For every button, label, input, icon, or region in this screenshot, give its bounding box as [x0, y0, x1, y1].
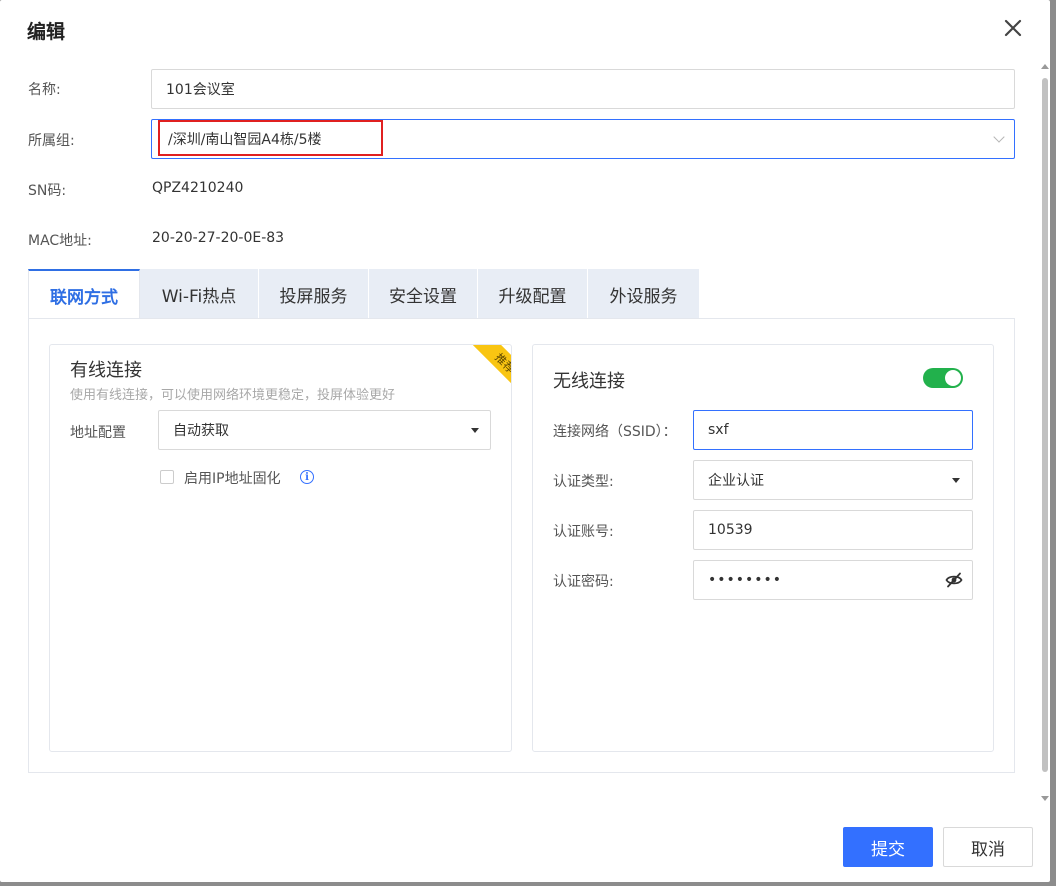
name-label: 名称:	[28, 82, 61, 98]
mac-value: 20-20-27-20-0E-83	[152, 230, 285, 246]
password-input[interactable]: ••••••••	[693, 560, 973, 600]
account-input[interactable]: 10539	[693, 510, 973, 550]
wireless-connection-card: 无线连接 连接网络（SSID）： sxf 认证类型: 企业认证 认证账号: 10…	[532, 344, 994, 752]
sn-value: QPZ4210240	[152, 180, 244, 196]
address-config-select[interactable]: 自动获取	[158, 410, 491, 450]
dialog-scrollbar[interactable]	[1039, 60, 1051, 805]
scroll-up-arrow-icon[interactable]	[1041, 64, 1049, 69]
recommended-badge: 推荐	[459, 345, 511, 409]
wired-connection-card: 有线连接 使用有线连接，可以使用网络环境更稳定，投屏体验更好 推荐 地址配置 自…	[49, 344, 512, 752]
sn-label: SN码:	[28, 183, 67, 199]
dialog-title: 编辑	[27, 21, 66, 43]
close-icon[interactable]	[1000, 15, 1026, 41]
caret-down-icon	[952, 478, 960, 483]
account-input-value: 10539	[708, 522, 753, 538]
account-label: 认证账号:	[553, 524, 614, 540]
address-config-label: 地址配置	[70, 425, 126, 441]
tab-upgrade[interactable]: 升级配置	[478, 269, 588, 319]
tab-screen-cast[interactable]: 投屏服务	[259, 269, 369, 319]
cancel-button[interactable]: 取消	[943, 827, 1033, 867]
auth-type-label: 认证类型:	[553, 474, 614, 490]
tab-peripherals[interactable]: 外设服务	[588, 269, 699, 319]
group-label: 所属组:	[28, 133, 75, 149]
scroll-down-arrow-icon[interactable]	[1041, 796, 1049, 801]
password-label: 认证密码:	[553, 574, 614, 590]
tab-security[interactable]: 安全设置	[369, 269, 478, 319]
wired-title: 有线连接	[70, 360, 142, 381]
chevron-down-icon	[993, 131, 1005, 143]
auth-type-select[interactable]: 企业认证	[693, 460, 973, 500]
highlight-annotation-box	[158, 120, 383, 156]
fixed-ip-checkbox[interactable]	[160, 470, 174, 484]
tab-wifi-hotspot[interactable]: Wi-Fi热点	[140, 269, 259, 319]
tab-bar: 联网方式 Wi-Fi热点 投屏服务 安全设置 升级配置 外设服务	[28, 269, 699, 319]
password-input-value: ••••••••	[708, 572, 783, 588]
eye-slash-icon[interactable]	[945, 571, 963, 589]
toggle-knob	[945, 370, 961, 386]
tab-network[interactable]: 联网方式	[28, 269, 140, 319]
auth-type-value: 企业认证	[708, 473, 764, 489]
info-icon[interactable]: i	[300, 470, 314, 484]
mac-label: MAC地址:	[28, 233, 92, 249]
wireless-title: 无线连接	[553, 371, 625, 392]
ssid-input[interactable]: sxf	[693, 410, 973, 450]
fixed-ip-label: 启用IP地址固化	[184, 471, 281, 487]
ssid-input-value: sxf	[708, 422, 729, 438]
name-input-value: 101会议室	[166, 82, 235, 98]
wireless-toggle[interactable]	[923, 368, 963, 388]
scrollbar-thumb[interactable]	[1042, 78, 1048, 772]
caret-down-icon	[471, 428, 479, 433]
edit-dialog: 编辑 名称: 101会议室 所属组: /深圳/南山智园A4栋/5楼 SN码: Q…	[0, 0, 1050, 882]
address-config-value: 自动获取	[173, 423, 229, 439]
ssid-label: 连接网络（SSID）：	[553, 424, 677, 440]
name-input[interactable]: 101会议室	[151, 69, 1015, 109]
wired-subtitle: 使用有线连接，可以使用网络环境更稳定，投屏体验更好	[70, 388, 396, 403]
submit-button[interactable]: 提交	[843, 827, 933, 867]
